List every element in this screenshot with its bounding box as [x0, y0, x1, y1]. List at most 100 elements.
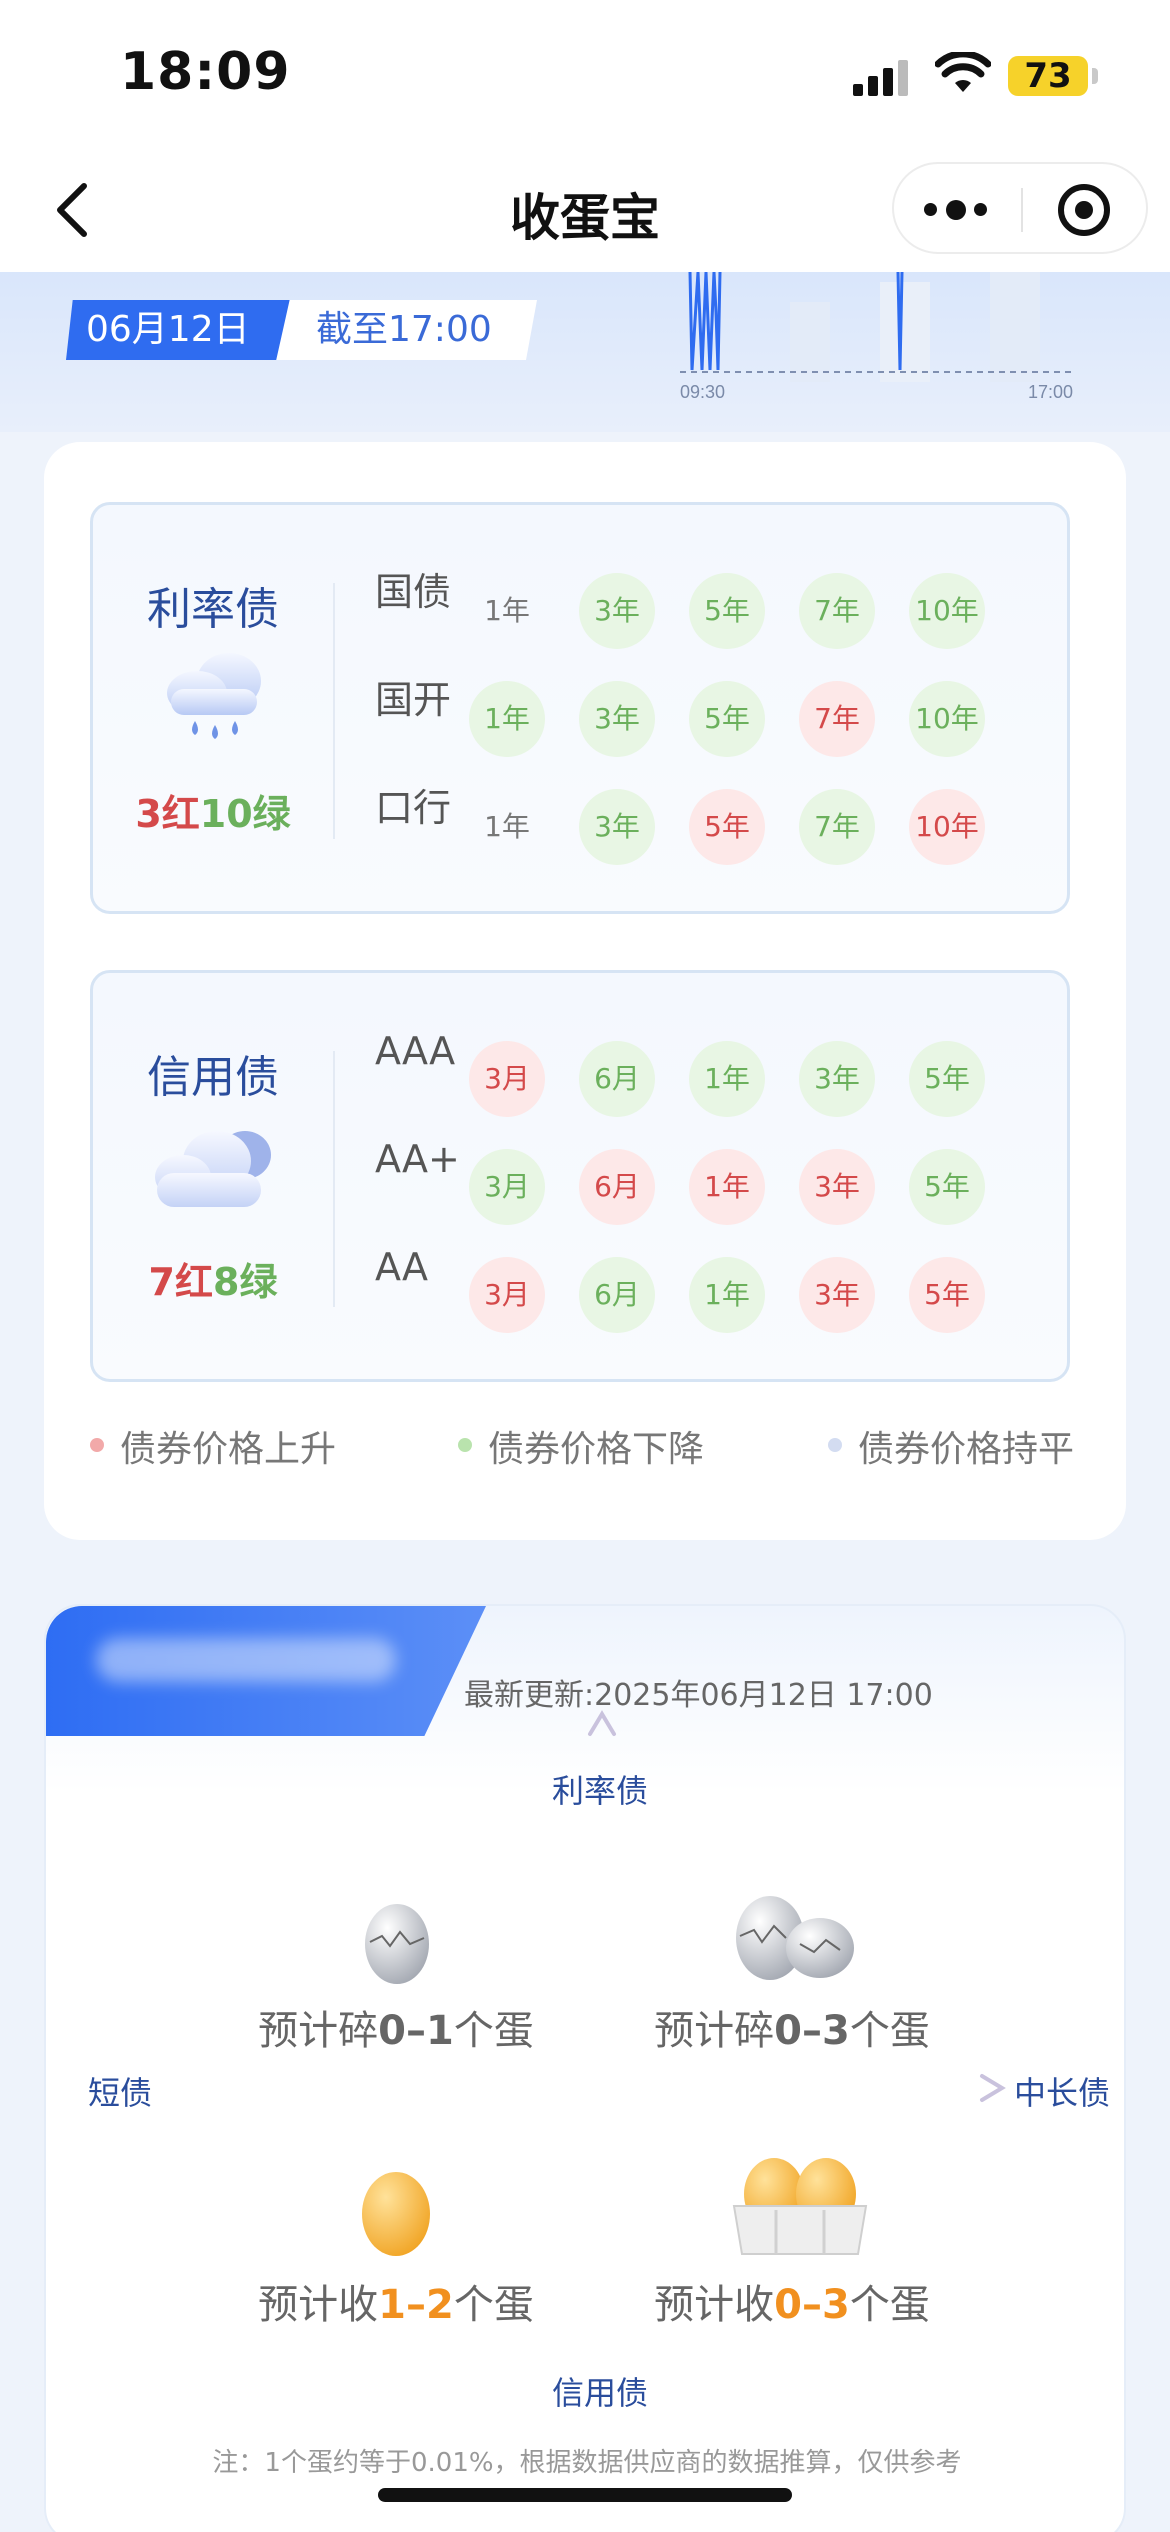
- panel-divider: [333, 1051, 335, 1307]
- q-br-pre: 预计收: [654, 2282, 775, 2328]
- legend-flat-dot: [828, 1438, 842, 1452]
- legend-up-label: 债券价格上升: [120, 1429, 337, 1470]
- credit-tenor-cell: 3年: [799, 1041, 875, 1117]
- quadrant-top-right-text: 预计碎0–3个蛋: [592, 1998, 992, 2056]
- nav-bar: 收蛋宝: [0, 150, 1170, 272]
- quadrant-bottom-left-text: 预计收1–2个蛋: [196, 2272, 596, 2330]
- rate-tenor-cell: 10年: [909, 789, 985, 865]
- egg-carton-icon: [732, 2158, 868, 2255]
- q-br-num: 0–3: [774, 2282, 850, 2328]
- legend-down-dot: [458, 1438, 472, 1452]
- credit-tenor-cell: 3月: [469, 1041, 545, 1117]
- credit-row-label: AA: [375, 1245, 429, 1289]
- credit-green-count: 8绿: [213, 1260, 278, 1304]
- rate-bond-summary: 3红10绿: [93, 783, 333, 838]
- more-icon[interactable]: [924, 194, 994, 226]
- capsule-divider: [1021, 188, 1023, 232]
- rate-tenor-cell: 7年: [799, 681, 875, 757]
- chart-start-label: 09:30: [680, 382, 725, 402]
- credit-tenor-cell: 1年: [689, 1149, 765, 1225]
- header-strip: 截至17:00 06月12日 09:30 17:00: [0, 272, 1170, 432]
- panel-divider: [333, 583, 335, 839]
- egg-forecast-card: 最新更新:2025年06月12日 17:00 利率债 信用债 短债 中长债 预计…: [44, 1604, 1126, 2532]
- credit-tenor-cell: 6月: [579, 1257, 655, 1333]
- credit-row-label: AAA: [375, 1029, 456, 1073]
- credit-red-count: 7红: [148, 1260, 213, 1304]
- q-bl-pre: 预计收: [258, 2282, 379, 2328]
- q-tl-post: 个蛋: [453, 2008, 534, 2054]
- credit-tenor-cell: 3月: [469, 1257, 545, 1333]
- rate-tenor-cell: 3年: [579, 681, 655, 757]
- cracked-egg-icon: [365, 1904, 429, 1984]
- cracked-eggs-icon: [736, 1896, 854, 1980]
- credit-row-label: AA+: [375, 1137, 460, 1181]
- legend-down-label: 债券价格下降: [488, 1429, 705, 1470]
- rate-row-label: 国债: [375, 570, 452, 614]
- rate-tenor-cell: 10年: [909, 681, 985, 757]
- battery-indicator: 73: [1008, 56, 1088, 96]
- rate-row-label: 国开: [375, 678, 452, 722]
- battery-tip: [1092, 68, 1098, 84]
- q-bl-num: 1–2: [378, 2282, 454, 2328]
- quadrant-bottom-right-text: 预计收0–3个蛋: [592, 2272, 992, 2330]
- mini-program-capsule: [892, 162, 1148, 254]
- rate-row-label: 口行: [375, 786, 452, 830]
- home-indicator: [378, 2488, 792, 2502]
- q-tl-num: 0–1: [378, 2008, 454, 2054]
- rate-tenor-cell: 1年: [484, 810, 530, 843]
- axis-left-label: 短债: [88, 2074, 153, 2112]
- credit-bond-panel: 信用债 7红8绿 AAA 3月 6月 1年 3年 5年 AA+ 3月 6月 1年 3年 5年 AA 3月 6…: [90, 970, 1070, 1382]
- golden-egg-icon: [362, 2172, 430, 2256]
- rate-bond-panel: 利率债 3红10绿 国债 1年 3年 5年 7年 10年 国开 1年 3年 5年 7年 10年 口行 1年…: [90, 502, 1070, 914]
- credit-tenor-cell: 3年: [799, 1257, 875, 1333]
- status-bar: 18:09 73: [0, 0, 1170, 150]
- rate-tenor-cell: 1年: [469, 681, 545, 757]
- q-bl-post: 个蛋: [453, 2282, 534, 2328]
- rate-tenor-cell: 3年: [579, 789, 655, 865]
- credit-tenor-cell: 5年: [909, 1041, 985, 1117]
- credit-tenor-cell: 1年: [689, 1041, 765, 1117]
- credit-tenor-cell: 1年: [689, 1257, 765, 1333]
- date-tag: 06月12日: [66, 300, 290, 360]
- cloudy-icon: [155, 1131, 271, 1207]
- credit-tenor-cell: 5年: [909, 1257, 985, 1333]
- credit-tenor-cell: 3年: [799, 1149, 875, 1225]
- bond-overview-card: 利率债 3红10绿 国债 1年 3年 5年 7年 10年 国开 1年 3年 5年 7年 10年 口行 1年…: [44, 442, 1126, 1540]
- rate-tenor-cell: 5年: [689, 573, 765, 649]
- legend-up-dot: [90, 1438, 104, 1452]
- legend-flat-label: 债券价格持平: [858, 1429, 1075, 1470]
- rate-tenor-cell: 1年: [484, 594, 530, 627]
- rate-tenor-cell: 3年: [579, 573, 655, 649]
- q-tr-post: 个蛋: [849, 2008, 930, 2054]
- rate-green-count: 10绿: [199, 792, 291, 836]
- rate-tenor-cell: 5年: [689, 681, 765, 757]
- intraday-mini-chart: 09:30 17:00: [680, 272, 1075, 402]
- q-br-post: 个蛋: [849, 2282, 930, 2328]
- q-tr-num: 0–3: [774, 2008, 850, 2054]
- credit-bond-summary: 7红8绿: [93, 1251, 333, 1306]
- axis-bottom-label: 信用债: [552, 2374, 649, 2412]
- rate-tenor-cell: 10年: [909, 573, 985, 649]
- credit-tenor-cell: 6月: [579, 1149, 655, 1225]
- rain-cloud-icon: [167, 653, 261, 739]
- q-tl-pre: 预计碎: [258, 2008, 379, 2054]
- wifi-icon: [935, 52, 991, 92]
- rate-red-count: 3红: [135, 792, 200, 836]
- as-of-tag: 截至17:00: [262, 300, 537, 360]
- credit-bond-title: 信用债: [147, 1052, 279, 1103]
- footnote: 注：1个蛋约等于0.01%，根据数据供应商的数据推算，仅供参考: [212, 2448, 962, 2478]
- rate-tenor-cell: 7年: [799, 789, 875, 865]
- q-tr-pre: 预计碎: [654, 2008, 775, 2054]
- credit-tenor-cell: 6月: [579, 1041, 655, 1117]
- cellular-signal-icon: [853, 58, 913, 96]
- rate-tenor-cell: 5年: [689, 789, 765, 865]
- close-program-icon[interactable]: [1058, 184, 1110, 236]
- rate-bond-title: 利率债: [147, 584, 279, 635]
- quadrant-top-left-text: 预计碎0–1个蛋: [196, 1998, 596, 2056]
- credit-tenor-cell: 5年: [909, 1149, 985, 1225]
- axis-right-label: 中长债: [1014, 2074, 1111, 2112]
- status-time: 18:09: [120, 42, 291, 102]
- rate-tenor-cell: 7年: [799, 573, 875, 649]
- axis-top-label: 利率债: [552, 1772, 649, 1810]
- chart-end-label: 17:00: [1028, 382, 1073, 402]
